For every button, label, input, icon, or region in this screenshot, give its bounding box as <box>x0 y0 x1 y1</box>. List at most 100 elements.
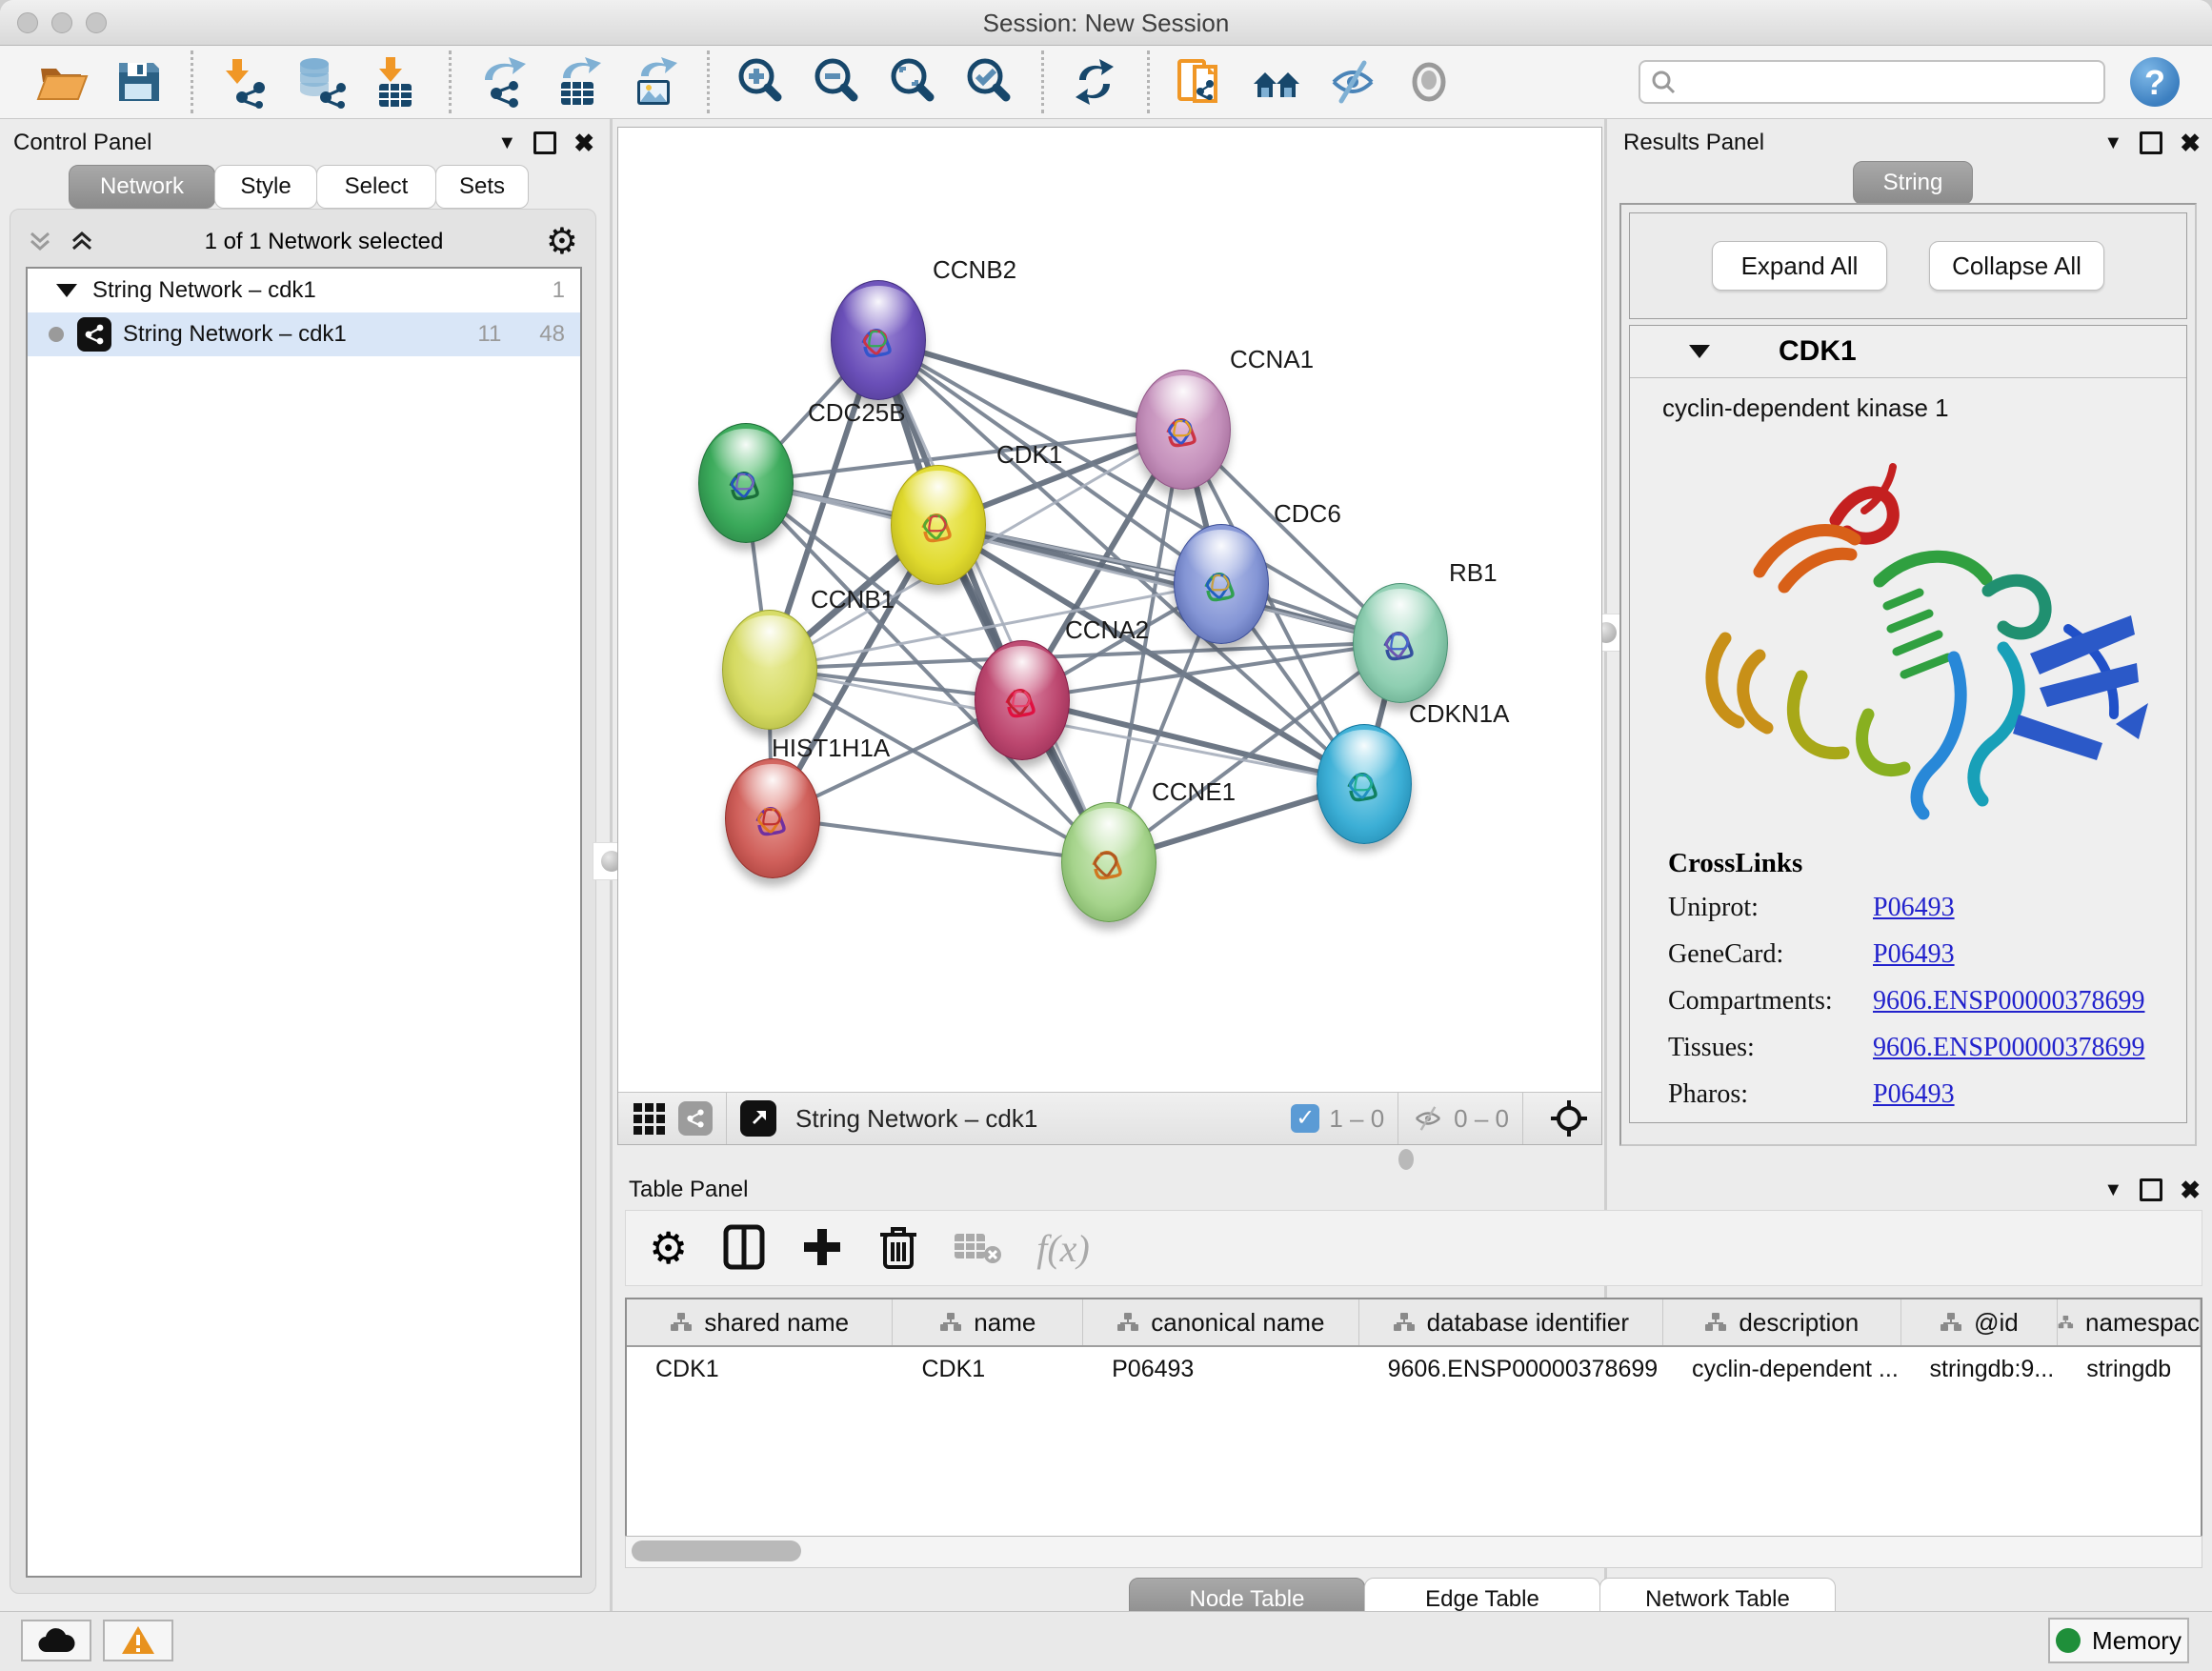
cloud-status-button[interactable] <box>21 1620 91 1661</box>
close-panel-icon[interactable]: ✖ <box>2180 129 2201 158</box>
zoom-fit-button[interactable] <box>886 53 941 111</box>
table-cell[interactable]: cyclin-dependent ... <box>1663 1347 1901 1391</box>
network-node-cdk1[interactable] <box>891 465 986 585</box>
birdseye-view-icon[interactable] <box>740 1100 776 1137</box>
open-session-button[interactable] <box>35 53 90 111</box>
network-node-ccnb2[interactable] <box>831 280 926 400</box>
network-edge[interactable] <box>772 817 1108 861</box>
close-panel-icon[interactable]: ✖ <box>2180 1176 2201 1205</box>
column-header-namespac[interactable]: namespac <box>2058 1299 2201 1345</box>
collapse-all-button[interactable]: Collapse All <box>1929 241 2104 291</box>
zoom-in-button[interactable] <box>734 53 789 111</box>
crosslink-link[interactable]: 9606.ENSP00000378699 <box>1873 986 2144 1017</box>
network-node-cdc6[interactable] <box>1174 524 1269 644</box>
collapse-all-icon[interactable] <box>28 228 60 256</box>
table-cell[interactable]: CDK1 <box>893 1347 1083 1391</box>
crosslink-link[interactable]: 9606.ENSP00000378699 <box>1873 1033 2144 1063</box>
table-row[interactable]: CDK1CDK1P064939606.ENSP00000378699cyclin… <box>627 1347 2201 1391</box>
help-button[interactable]: ? <box>2130 57 2180 107</box>
network-group-box: 1 of 1 Network selected ⚙ String Network… <box>10 209 596 1594</box>
crosslink-label: Uniprot: <box>1668 893 1873 923</box>
table-cell[interactable]: stringdb <box>2058 1347 2201 1391</box>
network-node-ccna1[interactable] <box>1136 370 1231 490</box>
column-header-shared-name[interactable]: shared name <box>627 1299 893 1345</box>
warning-status-button[interactable] <box>103 1620 173 1661</box>
column-header--id[interactable]: @id <box>1901 1299 2059 1345</box>
memory-button[interactable]: Memory <box>2048 1618 2189 1663</box>
add-column-icon[interactable] <box>800 1223 844 1273</box>
collapse-panel-icon[interactable]: ▼ <box>2103 1179 2122 1201</box>
float-panel-icon[interactable] <box>2140 1178 2162 1201</box>
gear-icon[interactable]: ⚙ <box>546 224 578 260</box>
crosslink-link[interactable]: P06493 <box>1873 1079 1955 1110</box>
network-node-ccna2[interactable] <box>975 640 1070 760</box>
network-canvas[interactable]: CCNB2CCNA1CDC25BCDK1CDC6RB1CCNB1CCNA2CDK… <box>618 128 1601 1092</box>
network-node-ccne1[interactable] <box>1061 802 1156 922</box>
network-node-rb1[interactable] <box>1353 583 1448 703</box>
import-network-database-button[interactable] <box>293 53 349 111</box>
horizontal-splitter-handle[interactable] <box>1398 1149 1414 1170</box>
column-header-database-identifier[interactable]: database identifier <box>1359 1299 1663 1345</box>
export-image-button[interactable] <box>628 53 683 111</box>
collapse-panel-icon[interactable]: ▼ <box>497 132 516 154</box>
delete-column-trash-icon[interactable] <box>878 1223 918 1273</box>
import-network-file-button[interactable] <box>217 53 272 111</box>
table-cell[interactable]: CDK1 <box>627 1347 893 1391</box>
crosslink-link[interactable]: P06493 <box>1873 893 1955 923</box>
table-cell[interactable]: P06493 <box>1083 1347 1358 1391</box>
grayed-eye-button[interactable] <box>1402 53 1458 111</box>
search-input[interactable] <box>1677 68 2103 96</box>
scrollbar-thumb[interactable] <box>632 1540 801 1561</box>
tab-network[interactable]: Network <box>69 165 215 209</box>
show-columns-icon[interactable] <box>722 1223 766 1273</box>
crosslink-label: GeneCard: <box>1668 939 1873 970</box>
network-selected-caption: 1 of 1 Network selected <box>102 229 546 255</box>
table-cell[interactable]: stringdb:9... <box>1901 1347 2059 1391</box>
network-node-cdkn1a[interactable] <box>1317 724 1412 844</box>
expand-all-button[interactable]: Expand All <box>1712 241 1887 291</box>
tree-expand-icon[interactable] <box>56 284 77 297</box>
entry-collapse-icon[interactable] <box>1689 345 1710 358</box>
network-node-cdc25b[interactable] <box>698 423 794 543</box>
zoom-out-button[interactable] <box>810 53 865 111</box>
node-label-hist1h1a: HIST1H1A <box>772 734 890 763</box>
expand-all-icon[interactable] <box>70 228 102 256</box>
cdk1-entry-header[interactable]: CDK1 <box>1630 326 2186 378</box>
network-edge[interactable] <box>877 339 1108 861</box>
fit-content-crosshair-icon[interactable] <box>1550 1099 1588 1137</box>
tab-string[interactable]: String <box>1853 161 1973 205</box>
string-results-container: Expand All Collapse All CDK1 cyclin-depe… <box>1619 203 2197 1146</box>
save-session-button[interactable] <box>111 53 167 111</box>
tab-style[interactable]: Style <box>214 165 317 209</box>
share-view-icon[interactable] <box>678 1101 713 1136</box>
grid-view-icon[interactable] <box>633 1103 665 1135</box>
export-table-button[interactable] <box>552 53 607 111</box>
network-node-hist1h1a[interactable] <box>725 758 820 878</box>
float-panel-icon[interactable] <box>2140 131 2162 154</box>
zoom-selected-button[interactable] <box>962 53 1017 111</box>
export-network-button[interactable] <box>475 53 531 111</box>
crosslink-link[interactable]: P06493 <box>1873 939 1955 970</box>
import-table-button[interactable] <box>370 53 425 111</box>
titlebar: Session: New Session <box>0 0 2212 46</box>
share-document-button[interactable] <box>1174 53 1229 111</box>
refresh-button[interactable] <box>1068 53 1123 111</box>
table-settings-gear-icon[interactable]: ⚙ <box>649 1223 688 1273</box>
close-panel-icon[interactable]: ✖ <box>573 129 594 158</box>
network-row[interactable]: String Network – cdk1 11 48 <box>28 312 580 356</box>
hide-details-eye-button[interactable] <box>1326 53 1381 111</box>
selected-nodes-checkbox-icon[interactable]: ✓ <box>1291 1104 1319 1133</box>
column-header-description[interactable]: description <box>1663 1299 1901 1345</box>
network-node-ccnb1[interactable] <box>722 610 817 730</box>
table-cell[interactable]: 9606.ENSP00000378699 <box>1359 1347 1663 1391</box>
column-header-canonical-name[interactable]: canonical name <box>1083 1299 1358 1345</box>
home-networks-button[interactable] <box>1250 53 1305 111</box>
float-panel-icon[interactable] <box>533 131 556 154</box>
tab-sets[interactable]: Sets <box>435 165 529 209</box>
tab-select[interactable]: Select <box>316 165 436 209</box>
network-node-count: 11 <box>477 321 501 348</box>
collapse-panel-icon[interactable]: ▼ <box>2103 132 2122 154</box>
table-horizontal-scrollbar[interactable] <box>625 1536 2202 1568</box>
column-header-name[interactable]: name <box>893 1299 1083 1345</box>
network-collection-row[interactable]: String Network – cdk1 1 <box>28 269 580 312</box>
